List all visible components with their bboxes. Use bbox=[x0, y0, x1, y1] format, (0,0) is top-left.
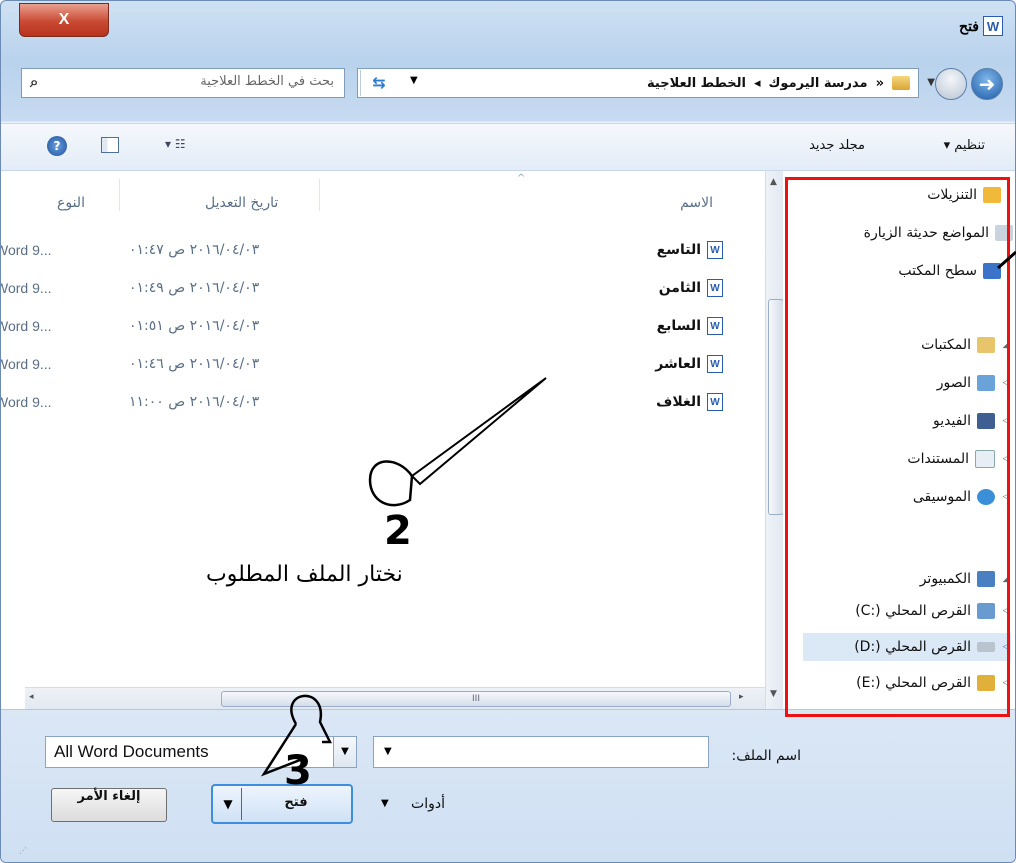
dialog-footer: اسم الملف: ▼ All Word Documents ▼ أدوات … bbox=[1, 709, 1015, 862]
nav-buttons: ➜ ▼ bbox=[919, 65, 1007, 101]
open-dialog-window: X W فتح ➜ ▼ « مدرسة اليرموك ◂ الخطط العل… bbox=[0, 0, 1016, 863]
cancel-button[interactable]: إلغاء الأمر bbox=[51, 788, 167, 822]
filename-dropdown-icon[interactable]: ▼ bbox=[384, 746, 392, 757]
new-folder-button[interactable]: مجلد جديد bbox=[809, 138, 865, 153]
step2-caption: نختار الملف المطلوب bbox=[206, 562, 403, 587]
open-button[interactable]: ▼ فتح bbox=[211, 784, 353, 824]
file-date: ٢٠١٦/٠٤/٠٣ ص ٠١:٤٦ bbox=[129, 356, 260, 372]
window-title: W فتح bbox=[959, 16, 1003, 36]
address-row: ➜ ▼ « مدرسة اليرموك ◂ الخطط العلاجية ▼ ⇆… bbox=[1, 63, 1015, 107]
back-arrow-icon[interactable]: ➜ bbox=[971, 68, 1003, 100]
scroll-right-arrow-icon[interactable]: ▸ bbox=[739, 692, 744, 702]
file-type-filter-value: All Word Documents bbox=[54, 742, 209, 761]
word-document-icon: W bbox=[707, 355, 723, 373]
file-name-cell: W العاشر bbox=[655, 355, 723, 373]
word-document-icon: W bbox=[707, 279, 723, 297]
file-date: ٢٠١٦/٠٤/٠٣ ص ٠١:٤٩ bbox=[129, 280, 260, 296]
file-row[interactable]: W الثامن ٢٠١٦/٠٤/٠٣ ص ٠١:٤٩ Word 9... bbox=[1, 273, 765, 305]
word-app-icon: W bbox=[983, 16, 1003, 36]
file-name-cell: W الغلاف bbox=[656, 393, 723, 411]
horizontal-scrollbar[interactable]: ◂ III ▸ bbox=[25, 687, 765, 710]
file-name-cell: W التاسع bbox=[657, 241, 723, 259]
filename-input[interactable]: ▼ bbox=[373, 736, 709, 768]
word-document-icon: W bbox=[707, 393, 723, 411]
organize-menu-button[interactable]: تنظيم ▾ bbox=[944, 138, 985, 153]
scroll-up-arrow-icon[interactable]: ▲ bbox=[770, 177, 777, 187]
address-bar[interactable]: « مدرسة اليرموك ◂ الخطط العلاجية ▼ ⇆ bbox=[357, 68, 919, 98]
file-date: ٢٠١٦/٠٤/٠٣ ص ٠١:٥١ bbox=[129, 318, 260, 334]
navigation-pane-highlight bbox=[785, 177, 1010, 717]
file-row[interactable]: W السابع ٢٠١٦/٠٤/٠٣ ص ٠١:٥١ Word 9... bbox=[1, 311, 765, 343]
file-type: Word 9... bbox=[1, 394, 52, 410]
open-button-label: فتح bbox=[284, 795, 308, 810]
view-options-icon[interactable]: ▾ ☷ bbox=[165, 137, 186, 151]
file-type-filter-select[interactable]: All Word Documents ▼ bbox=[45, 736, 357, 768]
file-type: Word 9... bbox=[1, 280, 52, 296]
file-type: Word 9... bbox=[1, 242, 52, 258]
file-name: السابع bbox=[656, 318, 701, 334]
column-separator[interactable] bbox=[119, 179, 120, 211]
file-list[interactable]: ^ الاسم تاريخ التعديل النوع W التاسع ٢٠١٦… bbox=[1, 171, 765, 687]
file-name: الثامن bbox=[658, 280, 701, 296]
forward-arrow-icon[interactable] bbox=[935, 68, 967, 100]
horizontal-scroll-thumb[interactable]: III bbox=[221, 691, 731, 707]
tools-menu-button[interactable]: أدوات bbox=[411, 796, 445, 812]
column-header-type[interactable]: النوع bbox=[57, 195, 85, 211]
breadcrumb: « مدرسة اليرموك ◂ الخطط العلاجية bbox=[647, 69, 910, 97]
file-row[interactable]: W التاسع ٢٠١٦/٠٤/٠٣ ص ٠١:٤٧ Word 9... bbox=[1, 235, 765, 267]
file-name: الغلاف bbox=[656, 394, 701, 410]
scroll-down-arrow-icon[interactable]: ▼ bbox=[770, 689, 777, 699]
scroll-left-arrow-icon[interactable]: ◂ bbox=[29, 692, 34, 702]
word-document-icon: W bbox=[707, 317, 723, 335]
file-type: Word 9... bbox=[1, 318, 52, 334]
open-split-dropdown-icon[interactable]: ▼ bbox=[215, 788, 242, 820]
address-dropdown-icon[interactable]: ▼ bbox=[410, 75, 418, 86]
preview-pane-icon[interactable] bbox=[101, 137, 119, 153]
file-row[interactable]: W الغلاف ٢٠١٦/٠٤/٠٣ ص ١١:٠٠ Word 9... bbox=[1, 387, 765, 419]
sort-indicator-icon: ^ bbox=[517, 173, 526, 184]
breadcrumb-chevrons[interactable]: « bbox=[876, 76, 884, 91]
column-header-date[interactable]: تاريخ التعديل bbox=[205, 195, 278, 211]
close-button[interactable]: X bbox=[19, 3, 109, 37]
tools-dropdown-icon[interactable]: ▼ bbox=[381, 798, 389, 809]
folder-icon bbox=[892, 76, 910, 90]
recent-pages-dropdown[interactable]: ▼ bbox=[927, 77, 935, 88]
column-separator[interactable] bbox=[319, 179, 320, 211]
command-toolbar: تنظيم ▾ مجلد جديد ▾ ☷ ? bbox=[1, 123, 1015, 171]
word-document-icon: W bbox=[707, 241, 723, 259]
search-icon[interactable]: ⌕ bbox=[30, 73, 38, 91]
file-name: التاسع bbox=[656, 242, 701, 258]
vertical-scroll-thumb[interactable] bbox=[768, 299, 784, 515]
filter-dropdown-icon[interactable]: ▼ bbox=[333, 737, 356, 767]
resize-grip-icon[interactable]: ⋰ bbox=[19, 846, 27, 855]
window-title-text: فتح bbox=[959, 17, 979, 34]
column-header-name[interactable]: الاسم bbox=[680, 195, 713, 211]
file-name-cell: W السابع bbox=[657, 317, 723, 335]
help-icon[interactable]: ? bbox=[47, 136, 67, 156]
file-date: ٢٠١٦/٠٤/٠٣ ص ١١:٠٠ bbox=[129, 394, 260, 410]
file-type: Word 9... bbox=[1, 356, 52, 372]
breadcrumb-separator[interactable]: ◂ bbox=[754, 76, 761, 91]
search-input[interactable]: بحث في الخطط العلاجية ⌕ bbox=[21, 68, 345, 98]
file-name-cell: W الثامن bbox=[659, 279, 723, 297]
search-placeholder: بحث في الخطط العلاجية bbox=[200, 74, 334, 89]
file-row[interactable]: W العاشر ٢٠١٦/٠٤/٠٣ ص ٠١:٤٦ Word 9... bbox=[1, 349, 765, 381]
breadcrumb-item-school[interactable]: مدرسة اليرموك bbox=[769, 76, 868, 91]
title-bar: X W فتح bbox=[1, 1, 1015, 51]
breadcrumb-item-plans[interactable]: الخطط العلاجية bbox=[647, 76, 746, 91]
filename-label: اسم الملف: bbox=[731, 748, 801, 764]
file-name: العاشر bbox=[655, 356, 701, 372]
refresh-icon[interactable]: ⇆ bbox=[360, 70, 397, 96]
file-date: ٢٠١٦/٠٤/٠٣ ص ٠١:٤٧ bbox=[129, 242, 260, 258]
